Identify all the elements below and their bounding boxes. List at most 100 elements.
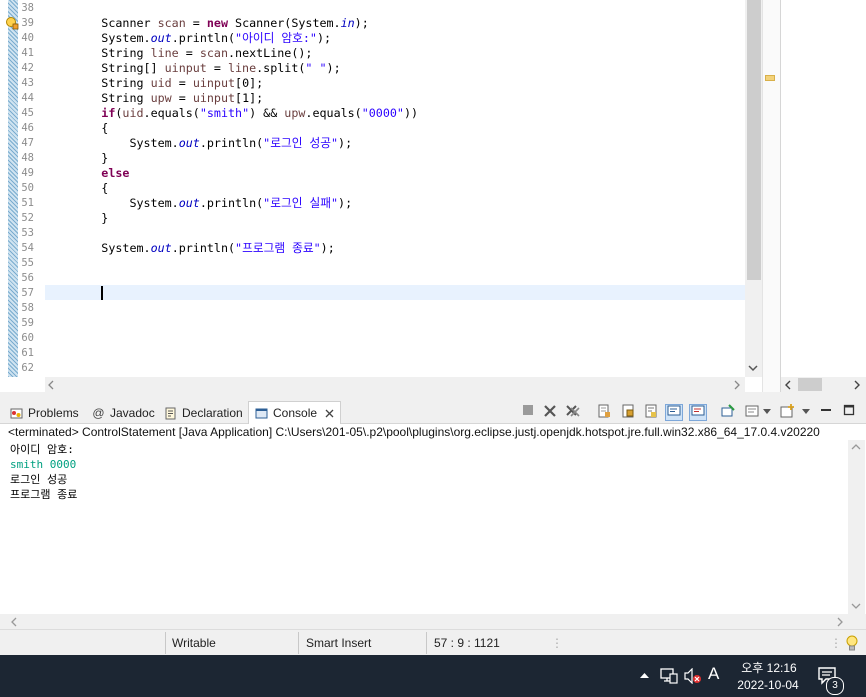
warning-marker-icon[interactable]: [5, 16, 19, 30]
code-line[interactable]: {: [45, 181, 108, 196]
quick-diff-ruler: [8, 0, 18, 377]
tab-label: Javadoc: [110, 406, 155, 420]
code-line[interactable]: }: [45, 151, 108, 166]
outline-scroll-thumb[interactable]: [798, 378, 822, 391]
text-cursor: [101, 286, 103, 300]
code-token: String: [45, 91, 151, 105]
scroll-right-icon[interactable]: [853, 380, 861, 390]
code-token: =: [206, 61, 228, 75]
pin-console-icon[interactable]: [720, 404, 736, 419]
status-insert-mode[interactable]: Smart Insert: [306, 634, 371, 652]
code-token: out: [150, 31, 172, 45]
line-number: 46: [21, 122, 34, 134]
code-line[interactable]: Scanner scan = new Scanner(System.in);: [45, 16, 368, 31]
outline-horizontal-scrollbar[interactable]: [781, 377, 866, 392]
chevron-down-icon[interactable]: [762, 404, 772, 419]
code-line[interactable]: if(uid.equals("smith") && upw.equals("00…: [45, 106, 418, 121]
view-tab-bar: Problems @ Javadoc Declaration Console: [0, 400, 866, 424]
code-line[interactable]: else: [45, 166, 129, 181]
code-token: scan: [157, 16, 186, 30]
close-icon[interactable]: [325, 409, 334, 418]
overview-ruler[interactable]: [762, 0, 780, 392]
code-line[interactable]: {: [45, 121, 108, 136]
console-output[interactable]: 아이디 암호: smith 0000 로그인 성공 프로그램 종료: [0, 440, 848, 614]
status-cursor-position[interactable]: 57 : 9 : 1121: [434, 634, 500, 652]
code-editor[interactable]: 38 39 40 41 42 43 44 45 46 47 48 49 50 51 52 53 54 55 56 57…: [0, 0, 780, 392]
status-drag-handle: ⋮: [551, 636, 563, 650]
code-line[interactable]: String upw = uinput[1];: [45, 91, 263, 106]
line-number: 62: [21, 362, 34, 374]
code-token: uinput: [164, 61, 207, 75]
line-number: 43: [21, 77, 34, 89]
scroll-left-icon[interactable]: [47, 380, 55, 390]
code-token: {: [45, 121, 109, 135]
code-area[interactable]: Scanner scan = new Scanner(System.in); S…: [45, 0, 745, 377]
editor-scroll-thumb[interactable]: [747, 0, 761, 280]
code-line[interactable]: }: [45, 211, 108, 226]
display-selected-console-icon[interactable]: [744, 404, 760, 419]
code-line[interactable]: String[] uinput = line.split(" ");: [45, 61, 340, 76]
line-number: 54: [21, 242, 34, 254]
minimize-icon[interactable]: [818, 404, 834, 419]
word-wrap-icon[interactable]: [643, 404, 659, 419]
code-token: String: [45, 76, 151, 90]
network-icon[interactable]: [660, 668, 678, 684]
code-token: }: [45, 211, 109, 225]
code-token: upw: [150, 91, 172, 105]
code-line[interactable]: String uid = uinput[0];: [45, 76, 263, 91]
code-token: =: [185, 16, 207, 30]
code-token: " ": [305, 61, 327, 75]
tab-console[interactable]: Console: [248, 401, 342, 424]
line-number: 45: [21, 107, 34, 119]
notification-count-badge: 3: [826, 677, 844, 695]
remove-all-terminated-icon[interactable]: [565, 404, 581, 419]
code-token: System.: [45, 136, 179, 150]
code-line[interactable]: System.out.println("로그인 실패");: [45, 196, 352, 211]
remove-launch-icon[interactable]: [542, 404, 558, 419]
chevron-down-icon[interactable]: [801, 404, 811, 419]
show-console-on-stdout-icon[interactable]: [665, 404, 683, 421]
show-console-on-stderr-icon[interactable]: [689, 404, 707, 421]
status-separator: [298, 632, 299, 654]
code-line[interactable]: System.out.println("프로그램 종료");: [45, 241, 334, 256]
line-number: 57: [21, 287, 34, 299]
scroll-down-icon[interactable]: [747, 363, 759, 373]
clock-time[interactable]: 오후 12:16: [736, 659, 802, 676]
panel-sash[interactable]: [0, 392, 866, 400]
code-line[interactable]: System.out.println("로그인 성공");: [45, 136, 352, 151]
tab-problems[interactable]: Problems: [10, 403, 79, 423]
editor-horizontal-scrollbar[interactable]: [45, 377, 745, 392]
code-token: uid: [150, 76, 172, 90]
tab-javadoc[interactable]: @ Javadoc: [92, 403, 155, 423]
scroll-left-icon[interactable]: [10, 617, 18, 627]
scroll-right-icon[interactable]: [836, 617, 844, 627]
scroll-right-icon[interactable]: [733, 380, 741, 390]
clear-console-icon[interactable]: [596, 404, 612, 419]
open-console-icon[interactable]: [780, 404, 796, 419]
console-horizontal-scrollbar[interactable]: [0, 614, 866, 629]
overview-warning-mark[interactable]: [765, 75, 775, 81]
maximize-icon[interactable]: [841, 404, 857, 419]
scroll-down-icon[interactable]: [851, 602, 861, 610]
code-token: System.: [45, 196, 179, 210]
console-vertical-scrollbar[interactable]: [848, 440, 865, 614]
code-token: "아이디 암호:": [235, 31, 317, 45]
scroll-lock-icon[interactable]: [620, 404, 636, 419]
editor-gutter: 38 39 40 41 42 43 44 45 46 47 48 49 50 51 52 53 54 55 56 57…: [0, 0, 44, 377]
clock-date[interactable]: 2022-10-04: [732, 678, 804, 692]
code-token: uinput: [192, 76, 236, 90]
ime-indicator[interactable]: A: [708, 664, 719, 684]
tab-declaration[interactable]: Declaration: [164, 403, 243, 423]
scroll-left-icon[interactable]: [784, 380, 792, 390]
code-token: upw: [284, 106, 306, 120]
show-hidden-icons-chevron-icon[interactable]: [640, 673, 649, 679]
code-line[interactable]: String line = scan.nextLine();: [45, 46, 312, 61]
terminate-icon[interactable]: [520, 404, 536, 419]
scroll-up-icon[interactable]: [851, 443, 861, 451]
volume-muted-icon[interactable]: [684, 668, 702, 684]
status-separator: [426, 632, 427, 654]
line-number: 55: [21, 257, 34, 269]
tip-lightbulb-icon[interactable]: [845, 635, 859, 652]
code-line[interactable]: System.out.println("아이디 암호:");: [45, 31, 331, 46]
